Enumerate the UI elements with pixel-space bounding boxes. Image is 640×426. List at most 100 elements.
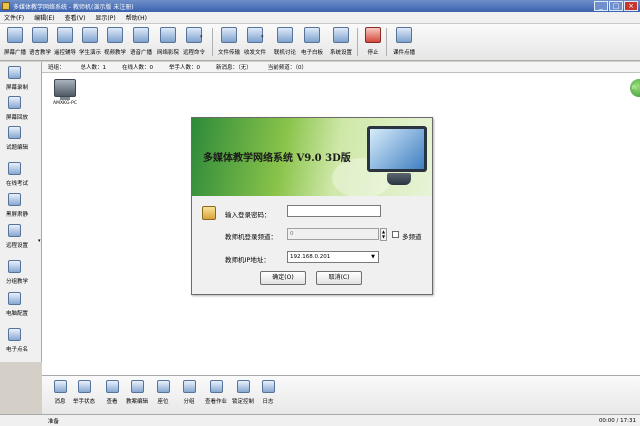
status-time: 00:00 / 17:31	[598, 417, 636, 424]
chevron-down-icon[interactable]: ▾	[38, 238, 41, 244]
main-toolbar: 屏幕广播 语言教学 遥控辅导 学生演示 视频教学 语音广播 网络影院 远程命令 …	[0, 24, 640, 61]
window-controls: _ □ ×	[594, 1, 638, 11]
view-icon	[105, 380, 119, 393]
group-teach-icon	[8, 260, 21, 273]
sidebar-item-remote-settings[interactable]: 远程设置	[0, 224, 42, 249]
total-count: 总人数：1	[80, 65, 107, 71]
close-icon[interactable]: ×	[624, 1, 638, 11]
bottom-item-log[interactable]: 日志	[256, 380, 280, 405]
roll-call-icon	[8, 328, 21, 341]
cancel-button[interactable]: 取消(C)	[316, 271, 362, 285]
toolbar-audio-teach[interactable]: 语言教学	[27, 26, 53, 58]
toolbar-courseware[interactable]: 课件点播	[391, 26, 417, 58]
video-teach-icon	[107, 27, 123, 43]
chevron-down-icon[interactable]: ▼	[369, 253, 377, 261]
hands-count: 举手人数：0	[169, 65, 201, 71]
multi-channel-checkbox[interactable]	[392, 231, 399, 238]
sidebar-item-exam-edit[interactable]: 试题编辑	[0, 126, 42, 151]
bottom-item-group[interactable]: 分组	[177, 380, 201, 405]
monitor-icon	[367, 126, 427, 172]
log-icon	[261, 380, 275, 393]
sidebar-item-black-screen[interactable]: 黑屏肃静	[0, 193, 42, 218]
message-icon	[53, 380, 67, 393]
login-dialog: 多媒体教学网络系统 V9.0 3D版 输入登录密码： 教师机登录频道： 0 ▲ …	[191, 117, 433, 295]
toolbar-network-cinema[interactable]: 网络影院	[155, 26, 181, 58]
monitor-icon	[54, 79, 76, 97]
ok-button[interactable]: 确定(O)	[260, 271, 306, 285]
left-sidebar: 屏幕录制 屏幕回放 试题编辑 在线考试 黑屏肃静 远程设置 ▾ 分组教学 电脑配…	[0, 62, 42, 362]
ip-select[interactable]: 192.168.0.201 ▼	[287, 251, 379, 263]
student-demo-icon	[82, 27, 98, 43]
audio-teach-icon	[32, 27, 48, 43]
window-title: 多媒体教学网络系统 - 教师机(演示版 未注册)	[13, 3, 134, 11]
toolbar-separator	[357, 28, 358, 56]
menu-edit[interactable]: 编辑(E)	[34, 13, 54, 22]
menu-file[interactable]: 文件(F)	[4, 13, 24, 22]
toolbar-separator	[212, 28, 213, 56]
bottom-item-homework[interactable]: 查看作业	[204, 380, 228, 405]
toolbar-remote-control[interactable]: 遥控辅导	[52, 26, 78, 58]
toolbar-whiteboard[interactable]: 电子白板	[299, 26, 325, 58]
file-transfer-icon	[221, 27, 237, 43]
toolbar-stop[interactable]: 停止	[360, 26, 386, 58]
chevron-down-icon[interactable]: ▾	[200, 34, 203, 40]
toolbar-voice-broadcast[interactable]: 语音广播	[128, 26, 154, 58]
current-channel: 当前频道：（0）	[267, 65, 308, 71]
status-bar: 准备 00:00 / 17:31	[0, 414, 640, 426]
bottom-item-lock-control[interactable]: 锁定控制	[231, 380, 255, 405]
network-cinema-icon	[160, 27, 176, 43]
whiteboard-icon	[304, 27, 320, 43]
key-icon	[202, 206, 216, 220]
bottom-item-message[interactable]: 消息	[48, 380, 72, 405]
toolbar-file-transfer[interactable]: 文件传输	[216, 26, 242, 58]
black-screen-icon	[8, 193, 21, 206]
banner-title: 多媒体教学网络系统 V9.0 3D版	[203, 153, 351, 164]
channel-stepper[interactable]: ▲ ▼	[380, 228, 387, 241]
multi-channel-label: 多频道	[402, 233, 422, 241]
toolbar-separator	[386, 28, 387, 56]
toolbar-student-demo[interactable]: 学生演示	[77, 26, 103, 58]
online-count: 在线人数：0	[122, 65, 154, 71]
online-exam-icon	[8, 162, 21, 175]
bottom-item-seat[interactable]: 座位	[151, 380, 175, 405]
menu-help[interactable]: 帮助(H)	[126, 13, 147, 22]
computer-name: AMXKG-PC	[53, 101, 77, 106]
toolbar-online-discuss[interactable]: 联机讨论	[272, 26, 298, 58]
channel-field[interactable]: 0	[287, 228, 379, 240]
bottom-item-lesson-edit[interactable]: 教案编辑	[125, 380, 149, 405]
minimize-icon[interactable]: _	[594, 1, 608, 11]
student-computer[interactable]: AMXKG-PC	[50, 79, 80, 106]
password-label: 输入登录密码：	[225, 211, 271, 219]
chevron-down-icon[interactable]: ▾	[261, 34, 264, 40]
group-label: 班组：	[48, 65, 65, 71]
menu-view[interactable]: 查看(V)	[65, 13, 86, 22]
seat-icon	[156, 380, 170, 393]
status-text: 准备	[48, 418, 60, 425]
bottom-item-view[interactable]: 查看	[100, 380, 124, 405]
menu-display[interactable]: 显示(P)	[95, 13, 115, 22]
password-field[interactable]	[287, 205, 381, 217]
toolbar-video-teach[interactable]: 视频教学	[102, 26, 128, 58]
lesson-edit-icon	[130, 380, 144, 393]
dialog-banner: 多媒体教学网络系统 V9.0 3D版	[192, 118, 432, 196]
toolbar-send-receive[interactable]: 收发文件 ▾	[242, 26, 268, 58]
chevron-down-icon[interactable]: ▼	[381, 234, 386, 239]
homework-icon	[209, 380, 223, 393]
toolbar-system-settings[interactable]: 系统设置	[328, 26, 354, 58]
sidebar-item-screen-record[interactable]: 屏幕录制	[0, 66, 42, 91]
stop-icon	[365, 27, 381, 43]
maximize-icon[interactable]: □	[609, 1, 623, 11]
bottom-item-hand-status[interactable]: 举手状态	[72, 380, 96, 405]
sidebar-item-group-teach[interactable]: 分组教学	[0, 260, 42, 285]
remote-control-icon	[57, 27, 73, 43]
pc-config-icon	[8, 292, 21, 305]
channel-label: 教师机登录频道：	[225, 233, 277, 241]
toolbar-remote-command[interactable]: 远程命令 ▾	[181, 26, 207, 58]
ip-label: 教师机IP地址：	[225, 256, 270, 264]
sidebar-item-screen-replay[interactable]: 屏幕回放	[0, 96, 42, 121]
toolbar-screen-broadcast[interactable]: 屏幕广播	[2, 26, 28, 58]
sidebar-item-roll-call[interactable]: 电子点名	[0, 328, 42, 353]
sidebar-item-pc-config[interactable]: 电脑配置	[0, 292, 42, 317]
sidebar-item-online-exam[interactable]: 在线考试	[0, 162, 42, 187]
screen-record-icon	[8, 66, 21, 79]
